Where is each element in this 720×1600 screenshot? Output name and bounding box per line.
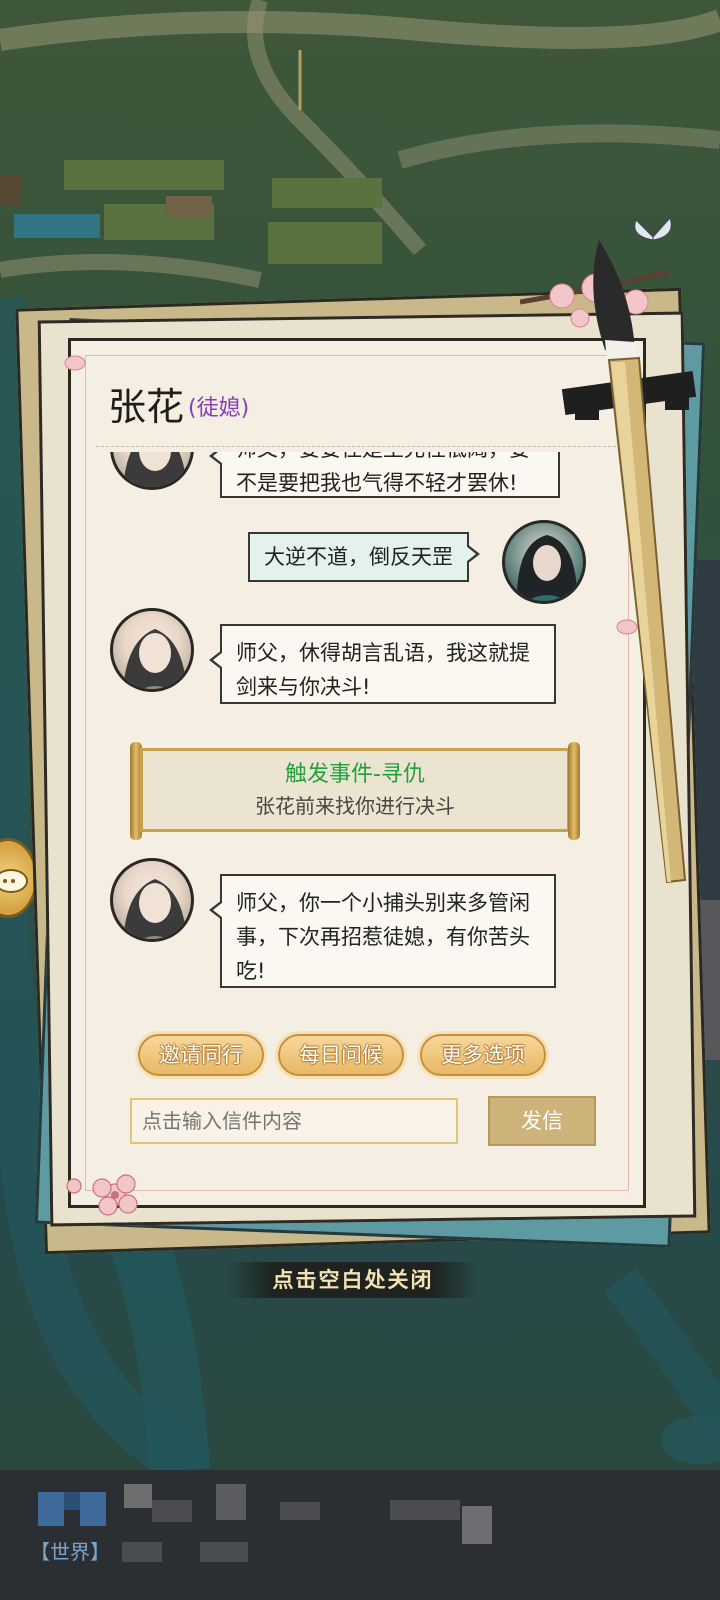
blurred-text (462, 1506, 492, 1544)
plum-blossom-icon (66, 1174, 138, 1216)
calligraphy-brush-icon (561, 240, 697, 884)
title-divider (96, 446, 616, 447)
send-button[interactable]: 发信 (488, 1096, 596, 1146)
message-bubble: 师父，要要住是至允性低阔，要不是要把我也气得不轻才罢休! (209, 452, 560, 498)
event-description: 张花前来找你进行决斗 (255, 794, 455, 818)
letter-input[interactable] (130, 1098, 458, 1144)
message-bubble: 大逆不道，倒反天罡 (248, 532, 480, 582)
disciple-avatar[interactable] (110, 452, 194, 490)
blurred-text (38, 1492, 64, 1526)
more-options-button[interactable]: 更多选项 (420, 1034, 546, 1076)
daily-greeting-button[interactable]: 每日问候 (278, 1034, 404, 1076)
event-title: 触发事件-寻仇 (285, 762, 425, 787)
invite-button[interactable]: 邀请同行 (138, 1034, 264, 1076)
blurred-text (280, 1502, 320, 1520)
blurred-text (122, 1542, 162, 1562)
petal-icon (64, 355, 86, 371)
blurred-text (152, 1500, 192, 1522)
blurred-text (200, 1542, 248, 1562)
blurred-text (80, 1492, 106, 1526)
message-bubble: 师父，你一个小捕头别来多管闲事，下次再招惹徒媳，有你苦头吃! (209, 874, 556, 988)
contact-name: 张花 (108, 385, 185, 429)
disciple-avatar[interactable] (110, 858, 194, 942)
world-channel-label[interactable]: 【世界】 (30, 1536, 110, 1565)
blurred-text (216, 1484, 246, 1520)
relation-label: (徒媳) (188, 396, 250, 421)
event-scroll: 触发事件-寻仇 张花前来找你进行决斗 (130, 742, 580, 840)
message-bubble: 师父，休得胡言乱语，我这就提剑来与你决斗! (209, 624, 556, 704)
blurred-text (124, 1484, 152, 1508)
blurred-text (64, 1492, 80, 1510)
close-hint[interactable]: 点击空白处关闭 (228, 1262, 478, 1298)
world-chat-bar[interactable] (0, 1470, 720, 1600)
blurred-text (390, 1500, 460, 1520)
disciple-avatar[interactable] (110, 608, 194, 692)
